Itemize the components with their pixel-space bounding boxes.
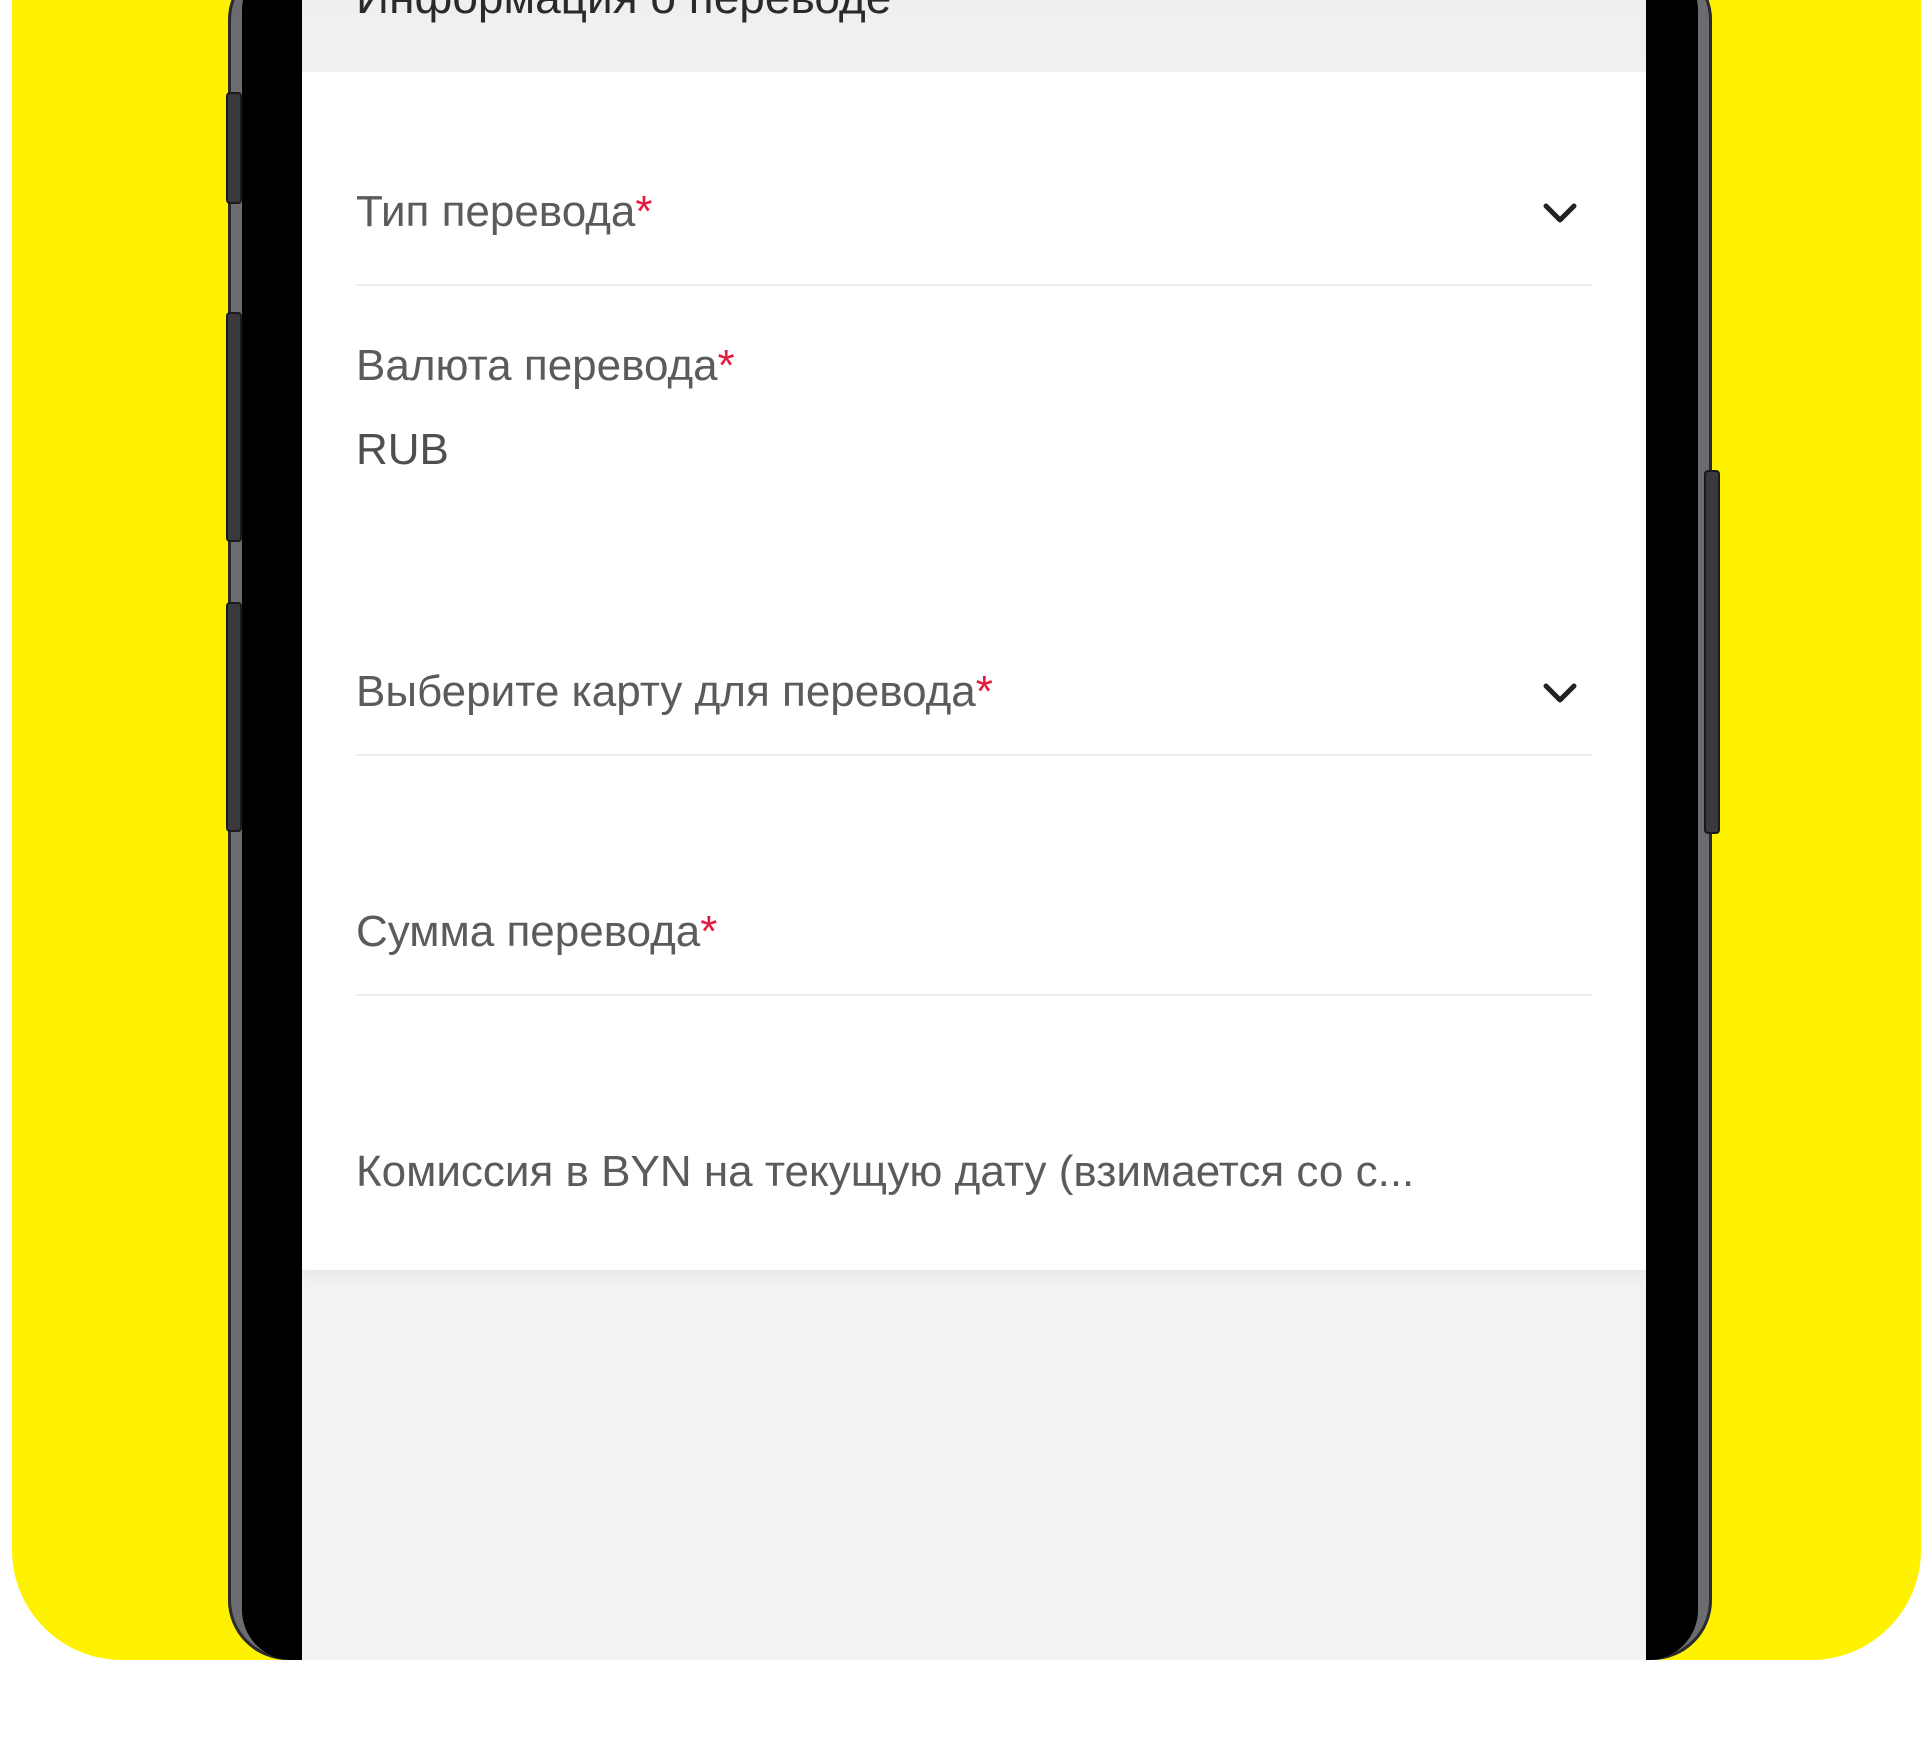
app-screen: Информация о переводе Тип перевода* Валю… (302, 0, 1646, 1660)
required-mark: * (717, 341, 735, 390)
transfer-type-select[interactable]: Тип перевода* (356, 190, 1592, 310)
required-mark: * (635, 187, 653, 236)
transfer-form: Тип перевода* Валюта перевода* RUB Выбер… (302, 72, 1646, 1270)
transfer-type-label: Тип перевода* (356, 187, 653, 236)
section-header: Информация о переводе (302, 0, 1646, 72)
amount-input[interactable]: Сумма перевода* (356, 910, 1592, 1020)
field-underline (356, 994, 1592, 996)
section-title: Информация о переводе (356, 0, 891, 24)
field-underline (356, 754, 1592, 756)
chevron-down-icon[interactable] (1540, 194, 1580, 234)
commission-field: Комиссия в BYN на текущую дату (взимаетс… (356, 1150, 1592, 1230)
currency-value: RUB (356, 425, 449, 474)
phone-side-button (1704, 470, 1720, 834)
currency-label: Валюта перевода* (356, 341, 735, 390)
required-mark: * (700, 907, 718, 956)
amount-label: Сумма перевода* (356, 907, 718, 956)
card-label: Выберите карту для перевода* (356, 667, 993, 716)
commission-label: Комиссия в BYN на текущую дату (взимаетс… (356, 1147, 1415, 1196)
phone-side-button (226, 602, 242, 832)
phone-side-button (226, 92, 242, 204)
field-underline (356, 284, 1592, 286)
phone-side-button (226, 312, 242, 542)
required-mark: * (975, 667, 993, 716)
currency-field: Валюта перевода* RUB (356, 344, 1592, 484)
chevron-down-icon[interactable] (1540, 674, 1580, 714)
card-select[interactable]: Выберите карту для перевода* (356, 670, 1592, 790)
